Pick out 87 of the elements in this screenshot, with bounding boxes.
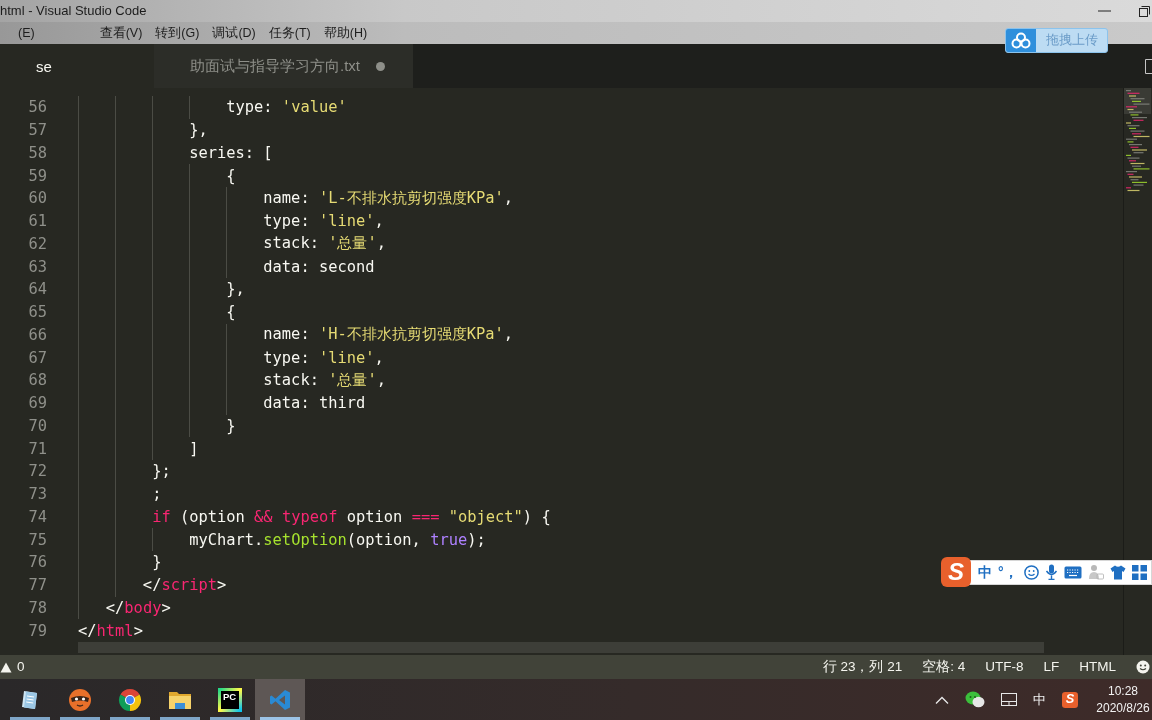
cloud-icon — [1006, 29, 1036, 52]
menu-item[interactable]: 转到(G) — [155, 25, 200, 41]
code-line: stack: '总量', — [263, 233, 386, 255]
code-line: data: second — [263, 257, 375, 276]
line-number: 72 — [27, 462, 48, 481]
code-line: name: 'L-不排水抗剪切强度KPa', — [263, 187, 514, 209]
code-line: }, — [189, 121, 208, 140]
menu-item[interactable]: 任务(T) — [268, 25, 311, 41]
restore-icon[interactable] — [1139, 5, 1150, 17]
code-line: </body> — [105, 598, 171, 617]
warning-icon[interactable] — [0, 661, 12, 673]
line-number: 79 — [27, 621, 48, 640]
microphone-icon[interactable] — [1044, 564, 1058, 580]
indent-guide — [189, 96, 191, 119]
tablet-icon[interactable] — [1001, 693, 1017, 706]
line-number: 56 — [27, 98, 48, 117]
code-line: ; — [152, 485, 162, 504]
taskbar-app-button[interactable]: PC — [205, 679, 255, 720]
input-mode[interactable]: 中 — [1033, 691, 1046, 708]
code-line: { — [226, 303, 236, 322]
line-number: 66 — [27, 325, 48, 344]
line-number: 69 — [27, 394, 48, 413]
code-line: ] — [189, 439, 199, 458]
code-line: </script> — [142, 576, 227, 595]
line-number: 73 — [27, 485, 48, 504]
line-number: 78 — [27, 598, 48, 617]
line-number: 68 — [27, 371, 48, 390]
editor-tab[interactable]: 助面试与指导学习方向.txt — [154, 44, 413, 88]
status-item[interactable]: 行 23，列 21 — [822, 658, 903, 676]
line-number: 62 — [27, 234, 48, 253]
code-line: </html> — [78, 621, 143, 640]
menu-item[interactable]: 帮助(H) — [323, 25, 368, 41]
punctuation-toggle[interactable]: °， — [998, 563, 1018, 581]
line-number: 59 — [27, 166, 48, 185]
line-number: 65 — [27, 303, 48, 322]
menu-item[interactable]: 查看(V) — [99, 25, 143, 41]
line-number: 67 — [27, 348, 48, 367]
code-line: }; — [152, 462, 171, 481]
chat-bubbles-icon[interactable] — [965, 691, 985, 708]
code-line: { — [226, 166, 236, 185]
editor-tab[interactable]: se — [0, 44, 154, 88]
code-line: if (option && typeof option === "object") { — [152, 507, 551, 526]
code-line: } — [226, 416, 236, 435]
shirt-icon[interactable] — [1109, 564, 1126, 580]
line-number: 63 — [27, 257, 48, 276]
split-editor-icon[interactable] — [1145, 58, 1152, 74]
indent-guide — [152, 528, 154, 551]
code-line: } — [152, 553, 162, 572]
mascot-face-icon[interactable] — [68, 687, 92, 712]
code-line: series: [ — [189, 143, 273, 162]
browser-icon[interactable] — [118, 687, 142, 712]
status-item[interactable]: 空格: 4 — [922, 658, 966, 676]
status-item[interactable]: LF — [1043, 658, 1060, 676]
code-line: type: 'line', — [263, 348, 384, 367]
line-number: 71 — [27, 439, 48, 458]
status-item[interactable]: HTML — [1079, 658, 1116, 676]
line-number: 77 — [27, 576, 48, 595]
line-number: 58 — [27, 143, 48, 162]
code-line: stack: '总量', — [263, 369, 386, 391]
smiley-icon[interactable] — [1023, 564, 1039, 580]
line-number: 61 — [27, 212, 48, 231]
code-line: type: 'value' — [226, 98, 347, 117]
menu-item[interactable]: (E) — [18, 25, 35, 41]
menu-item[interactable]: 调试(D) — [212, 25, 256, 41]
line-number: 57 — [27, 121, 48, 140]
grid-icon[interactable] — [1131, 564, 1147, 580]
line-number: 74 — [27, 507, 48, 526]
window-title: html - Visual Studio Code — [0, 3, 147, 19]
code-line: myChart.setOption(option, true); — [189, 530, 486, 549]
clock-time[interactable]: 10:28 — [1108, 682, 1138, 700]
status-item[interactable]: UTF-8 — [985, 658, 1024, 676]
line-number: 75 — [27, 530, 48, 549]
line-number: 70 — [27, 416, 48, 435]
clock-date[interactable]: 2020/8/26 — [1096, 699, 1150, 717]
chevron-up-icon[interactable] — [935, 695, 949, 704]
code-line: data: third — [263, 394, 366, 413]
input-mode-toggle[interactable]: 中 — [978, 563, 992, 581]
code-line: type: 'line', — [263, 212, 384, 231]
smiley-icon[interactable] — [1136, 660, 1150, 674]
line-number: 60 — [27, 189, 48, 208]
code-line: }, — [226, 280, 245, 299]
problems-count[interactable]: 0 — [17, 658, 25, 676]
line-number: 76 — [27, 553, 48, 572]
line-number: 64 — [27, 280, 48, 299]
code-line: name: 'H-不排水抗剪切强度KPa', — [263, 324, 514, 346]
app-logo: PC — [218, 687, 242, 712]
keyboard-icon[interactable] — [1063, 565, 1082, 579]
